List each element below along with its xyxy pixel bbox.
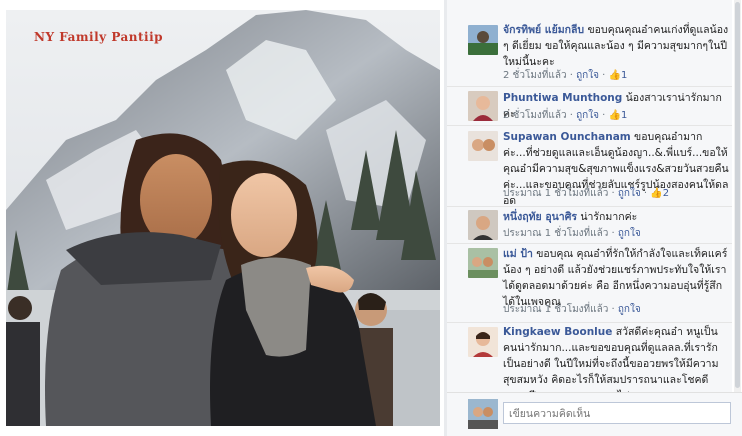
comment-author-link[interactable]: หนึ่งฤทัย อุนาศิร <box>503 211 577 223</box>
comment-author-link[interactable]: Phuntiwa Munthong <box>503 92 622 104</box>
comment-text: น่ารักมากค่ะ <box>577 211 638 223</box>
avatar[interactable] <box>468 327 498 357</box>
comment-timestamp[interactable]: 2 ชั่วโมงที่แล้ว <box>503 70 567 81</box>
like-count-icon[interactable]: 👍 <box>609 70 621 81</box>
comment-item: Phuntiwa Munthong น้องสาวเราน่ารักมากค่ะ… <box>447 87 732 126</box>
comment-item: จักรทิพย์ แย้มกลีบ ขอบคุณคุณอ๋าคนเก่งที่… <box>447 18 732 87</box>
avatar[interactable] <box>468 210 498 240</box>
photo-area: NY Family Pantiip <box>0 0 444 436</box>
comment-timestamp[interactable]: ประมาณ 1 ชั่วโมงที่แล้ว <box>503 228 608 239</box>
comments-scrollbar[interactable] <box>734 0 741 392</box>
like-count[interactable]: 2 <box>663 188 669 199</box>
comment-timestamp[interactable]: ประมาณ 1 ชั่วโมงที่แล้ว <box>503 304 608 315</box>
avatar[interactable] <box>468 131 498 161</box>
like-count[interactable]: 1 <box>621 70 627 81</box>
like-link[interactable]: ถูกใจ <box>618 304 641 315</box>
current-user-avatar <box>468 399 498 429</box>
watermark: NY Family Pantiip <box>34 30 164 44</box>
like-count-icon[interactable]: 👍 <box>609 110 621 121</box>
comment-timestamp[interactable]: ประมาณ 1 ชั่วโมงที่แล้ว <box>503 188 608 199</box>
comment-author-link[interactable]: จักรทิพย์ แย้มกลีบ <box>503 24 584 36</box>
like-count[interactable]: 1 <box>621 110 627 121</box>
comment-composer: เขียนความคิดเห็น <box>447 392 742 436</box>
avatar[interactable] <box>468 91 498 121</box>
comment-author-link[interactable]: Kingkaew Boonlue <box>503 326 612 338</box>
comment-item: แม่ ป้า ขอบคุณ คุณอ๋าที่รักให้กำลังใจและ… <box>447 244 732 323</box>
comment-text: ขอบคุณ คุณอ๋าที่รักให้กำลังใจและเท็คแคร์… <box>503 248 728 308</box>
comment-item: Supawan Ounchanam ขอบคุณอ๋ามากค่ะ...ที่ช… <box>447 126 732 207</box>
avatar[interactable] <box>468 248 498 278</box>
comment-input[interactable]: เขียนความคิดเห็น <box>503 402 731 424</box>
photo[interactable]: NY Family Pantiip <box>6 10 440 426</box>
comment-author-link[interactable]: แม่ ป้า <box>503 248 533 260</box>
photo-image <box>6 10 440 426</box>
comments-list: จักรทิพย์ แย้มกลีบ ขอบคุณคุณอ๋าคนเก่งที่… <box>447 0 732 392</box>
comment-item: Kingkaew Boonlue สวัสดีค่ะคุณอ๋า หนูเป็น… <box>447 323 732 392</box>
comments-panel: จักรทิพย์ แย้มกลีบ ขอบคุณคุณอ๋าคนเก่งที่… <box>447 0 742 436</box>
like-link[interactable]: ถูกใจ <box>618 188 641 199</box>
like-link[interactable]: ถูกใจ <box>576 110 599 121</box>
scrollbar-thumb[interactable] <box>735 2 740 388</box>
like-count-icon[interactable]: 👍 <box>650 188 662 199</box>
like-link[interactable]: ถูกใจ <box>618 228 641 239</box>
comment-author-link[interactable]: Supawan Ounchanam <box>503 131 631 143</box>
comment-timestamp[interactable]: 2 ชั่วโมงที่แล้ว <box>503 110 567 121</box>
like-link[interactable]: ถูกใจ <box>576 70 599 81</box>
avatar[interactable] <box>468 25 498 55</box>
comment-item: หนึ่งฤทัย อุนาศิร น่ารักมากค่ะ ประมาณ 1 … <box>447 207 732 244</box>
